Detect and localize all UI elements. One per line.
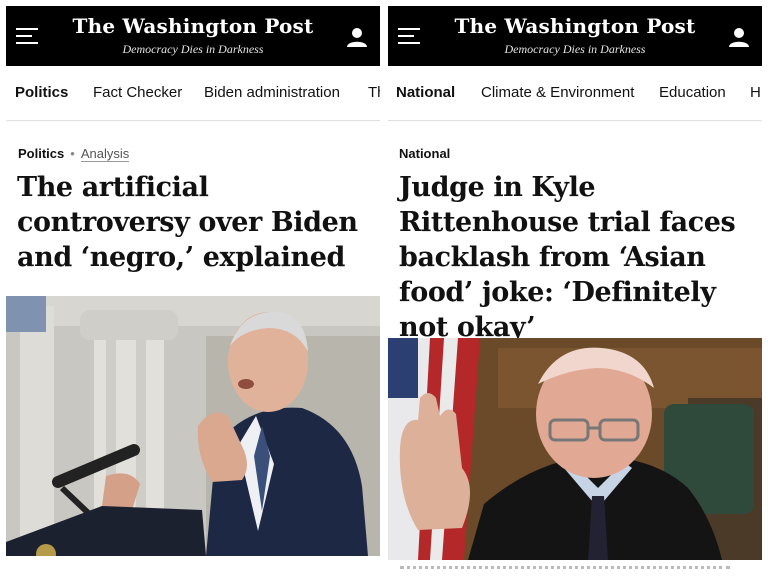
article-panel-national: The Washington Post Democracy Dies in Da…	[388, 0, 762, 576]
article-panel-politics: The Washington Post Democracy Dies in Da…	[6, 0, 380, 576]
user-account-icon[interactable]	[346, 26, 368, 48]
nav-item-national[interactable]: National	[396, 84, 455, 101]
site-logo[interactable]: The Washington Post	[6, 14, 380, 38]
site-logo[interactable]: The Washington Post	[388, 14, 762, 38]
section-nav: National Climate & Environment Education…	[388, 78, 762, 110]
lead-photo-judge[interactable]	[388, 338, 762, 560]
separator-dot: •	[70, 146, 75, 161]
nav-divider	[388, 120, 762, 121]
nav-item-biden-administration[interactable]: Biden administration	[204, 84, 340, 101]
nav-item-politics[interactable]: Politics	[15, 84, 68, 101]
user-account-icon[interactable]	[728, 26, 750, 48]
site-tagline: Democracy Dies in Darkness	[504, 42, 646, 56]
nav-item-climate-environment[interactable]: Climate & Environment	[481, 84, 634, 101]
lead-photo-biden[interactable]	[6, 296, 380, 556]
article-kicker-row: Politics • Analysis	[18, 146, 130, 162]
site-tagline: Democracy Dies in Darkness	[122, 42, 264, 56]
article-headline[interactable]: The artificial controversy over Biden an…	[17, 170, 371, 275]
section-kicker[interactable]: National	[399, 146, 450, 161]
caption-placeholder	[400, 566, 730, 572]
masthead: The Washington Post Democracy Dies in Da…	[6, 6, 380, 66]
nav-item-truncated[interactable]: H	[750, 84, 761, 101]
article-headline[interactable]: Judge in Kyle Rittenhouse trial faces ba…	[399, 170, 753, 345]
masthead: The Washington Post Democracy Dies in Da…	[388, 6, 762, 66]
section-kicker[interactable]: Politics	[18, 146, 64, 161]
article-kicker-row: National	[399, 146, 450, 161]
section-nav: Politics Fact Checker Biden administrati…	[6, 78, 380, 110]
analysis-label[interactable]: Analysis	[80, 146, 130, 162]
nav-item-truncated[interactable]: Th	[368, 84, 380, 101]
nav-item-fact-checker[interactable]: Fact Checker	[93, 84, 182, 101]
nav-divider	[6, 120, 380, 121]
nav-item-education[interactable]: Education	[659, 84, 726, 101]
